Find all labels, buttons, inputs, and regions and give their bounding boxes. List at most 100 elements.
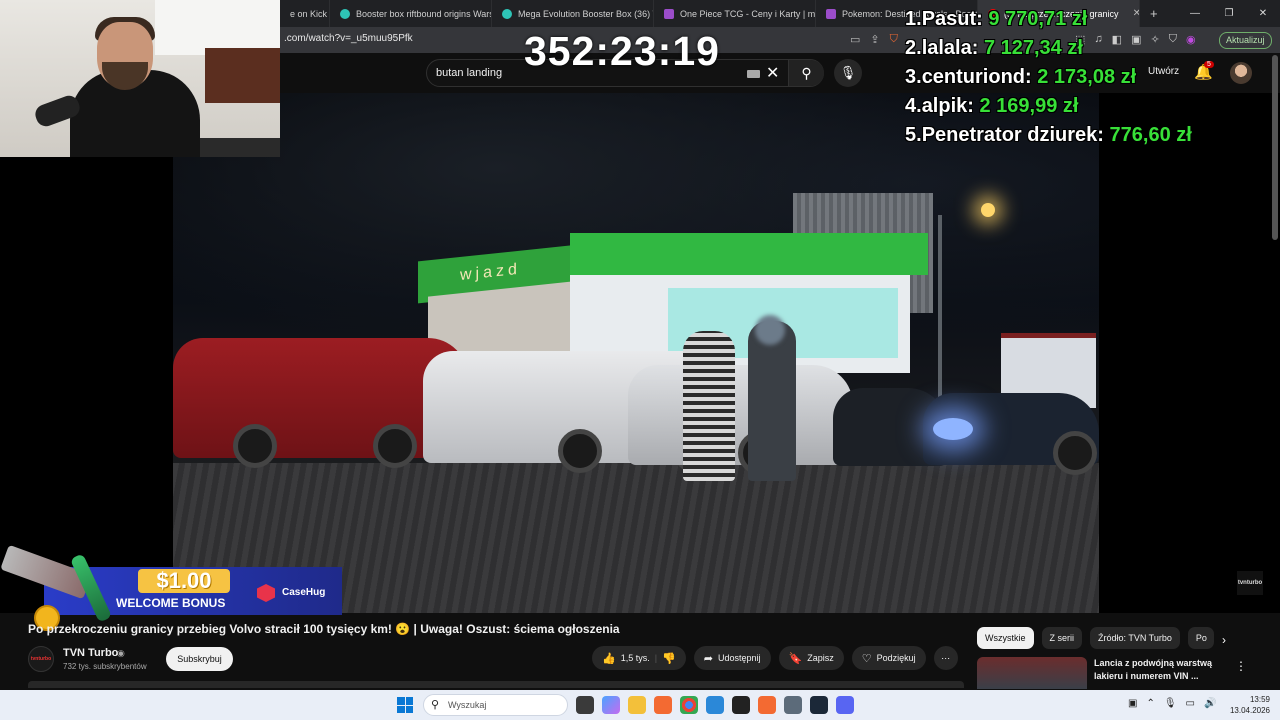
windows-start-icon[interactable]: [397, 697, 413, 713]
tab-label: One Piece TCG - Ceny i Karty | mTCG: [680, 8, 816, 19]
more-dots-icon: ⋯: [941, 652, 951, 663]
tab-favicon-icon: [826, 8, 836, 19]
obs-icon[interactable]: [732, 696, 750, 714]
tab-label: Mega Evolution Booster Box (36) W: [518, 8, 654, 19]
lamp-light: [981, 203, 995, 217]
sponsor-banner[interactable]: $1.00 WELCOME BONUS CaseHug: [0, 544, 342, 631]
brave-icon[interactable]: [654, 696, 672, 714]
save-label: Zapisz: [807, 653, 834, 663]
save-button[interactable]: 🔖 Zapisz: [778, 646, 844, 670]
brave-active-icon[interactable]: [758, 696, 776, 714]
leaderboard-row: 5.Penetrator dziurek: 776,60 zł: [905, 124, 1192, 146]
tab-riftbound[interactable]: Booster box riftbound origins Warsz: [330, 0, 492, 27]
tab-one-piece[interactable]: One Piece TCG - Ceny i Karty | mTCG: [654, 0, 816, 27]
tray-app-icon[interactable]: ▣: [1128, 698, 1137, 709]
calculator-icon[interactable]: [784, 696, 802, 714]
tab-label: Booster box riftbound origins Warsz: [356, 8, 492, 19]
chip-series[interactable]: Z serii: [1041, 627, 1082, 649]
dollar-heart-icon: ♡: [861, 652, 872, 665]
share-icon[interactable]: ⇪: [870, 33, 879, 46]
description-box[interactable]: [28, 681, 964, 688]
chip-source[interactable]: Źródło: TVN Turbo: [1090, 627, 1180, 649]
kiosk-roof: [570, 233, 928, 275]
chevron-up-icon[interactable]: ⌃: [1146, 698, 1154, 709]
copilot-icon[interactable]: [602, 696, 620, 714]
share-button[interactable]: ➦ Udostępnij: [693, 646, 771, 670]
webcam-table: [205, 48, 280, 103]
search-button[interactable]: ⚲: [788, 60, 824, 86]
page-scrollbar[interactable]: [1272, 55, 1278, 240]
channel-avatar[interactable]: tvnturbo: [28, 646, 54, 672]
close-window-icon[interactable]: ✕: [1246, 0, 1280, 27]
chip-all[interactable]: Wszystkie: [977, 627, 1034, 649]
discord-icon[interactable]: [836, 696, 854, 714]
clear-search-icon[interactable]: ✕: [766, 63, 779, 83]
share-arrow-icon: ➦: [703, 652, 713, 665]
person-blurred: [748, 321, 796, 481]
search-icon: ⚲: [431, 699, 440, 711]
wheel: [1053, 431, 1097, 475]
recommendation-thumbnail[interactable]: [977, 657, 1087, 689]
bookmark-icon: 🔖: [788, 652, 803, 665]
chip-partial[interactable]: Po: [1187, 627, 1214, 649]
wheel: [233, 424, 277, 468]
task-view-icon[interactable]: [576, 696, 594, 714]
keyboard-icon[interactable]: [747, 70, 760, 78]
banner-price: $1.00: [138, 569, 230, 593]
system-tray: ▣ ⌃ 🎙 ▭ 🔊: [1128, 698, 1216, 709]
channel-name[interactable]: TVN Turbo: [63, 647, 118, 659]
kiosk-sign-text: wjazd: [460, 260, 521, 284]
tab-mega-evolution[interactable]: Mega Evolution Booster Box (36) W: [492, 0, 654, 27]
divider: |: [654, 653, 658, 663]
headlight-glow: [933, 418, 973, 440]
maximize-icon[interactable]: ❐: [1212, 0, 1246, 27]
tab-favicon-icon: [502, 8, 512, 19]
chrome-icon[interactable]: [680, 696, 698, 714]
volume-icon[interactable]: 🔊: [1204, 698, 1216, 709]
search-input[interactable]: butan landing: [436, 67, 502, 79]
network-icon[interactable]: ▭: [1186, 698, 1195, 709]
like-button[interactable]: 👍 1,5 tys. | 👎: [592, 646, 686, 670]
like-count: 1,5 tys.: [620, 653, 650, 663]
window-controls: — ❐ ✕: [1178, 0, 1280, 27]
webcam-keyboard: [200, 138, 280, 157]
user-avatar[interactable]: [1230, 62, 1252, 84]
webcam-window: [155, 0, 280, 55]
leaderboard-row: 2.lalala: 7 127,34 zł: [905, 37, 1083, 59]
store-icon[interactable]: [706, 696, 724, 714]
clock-time: 13:59: [1249, 695, 1270, 704]
subscribe-button[interactable]: Subskrybuj: [166, 647, 233, 671]
screen: e on Kick Booster box riftbound origins …: [0, 0, 1280, 720]
chevron-right-icon[interactable]: ›: [1222, 633, 1226, 647]
url-field[interactable]: .com/watch?v=_u5muu95Pfk: [284, 33, 413, 44]
streamer-webcam: [0, 0, 280, 157]
person-plaid-shirt: [683, 331, 735, 481]
wheel: [558, 429, 602, 473]
brave-shield-icon[interactable]: ⛉: [890, 33, 898, 46]
tab-label: e on Kick: [290, 8, 328, 19]
taskbar-clock[interactable]: 13:59 13.04.2026: [1228, 694, 1270, 716]
channel-watermark[interactable]: tvnturbo: [1237, 571, 1263, 595]
address-bar-icons: ▭ ⇪ ⛉: [850, 33, 898, 46]
thumbs-up-icon: 👍: [602, 652, 616, 665]
street-lamp: [938, 215, 942, 405]
video-actions: 👍 1,5 tys. | 👎 ➦ Udostępnij 🔖 Zapisz ♡ P…: [592, 646, 958, 670]
thumbs-down-icon[interactable]: 👎: [662, 652, 676, 665]
leaderboard-row: 1.Pasut: 9 770,71 zł: [905, 8, 1088, 30]
thanks-button[interactable]: ♡ Podziękuj: [851, 646, 926, 670]
file-explorer-icon[interactable]: [628, 696, 646, 714]
tab-kick[interactable]: e on Kick: [280, 0, 330, 27]
voice-search-button[interactable]: 🎙: [834, 59, 862, 87]
more-actions-button[interactable]: ⋯: [933, 646, 958, 670]
taskbar-search[interactable]: ⚲ Wyszukaj: [423, 694, 568, 716]
more-vert-icon[interactable]: ⋮: [1235, 659, 1247, 673]
video-frame[interactable]: wjazd: [173, 93, 1099, 613]
recommendation-title[interactable]: Lancia z podwójną warstwą lakieru i nume…: [1094, 657, 1224, 683]
leaderboard-row: 3.centuriond: 2 173,08 zł: [905, 66, 1137, 88]
stream-timer: 352:23:19: [524, 28, 720, 74]
microphone-tray-icon[interactable]: 🎙: [1164, 698, 1177, 709]
steam-icon[interactable]: [810, 696, 828, 714]
video-title: Po przekroczeniu granicy przebieg Volvo …: [28, 622, 620, 636]
update-button[interactable]: Aktualizuj: [1219, 32, 1272, 49]
cast-icon[interactable]: ▭: [850, 33, 860, 46]
